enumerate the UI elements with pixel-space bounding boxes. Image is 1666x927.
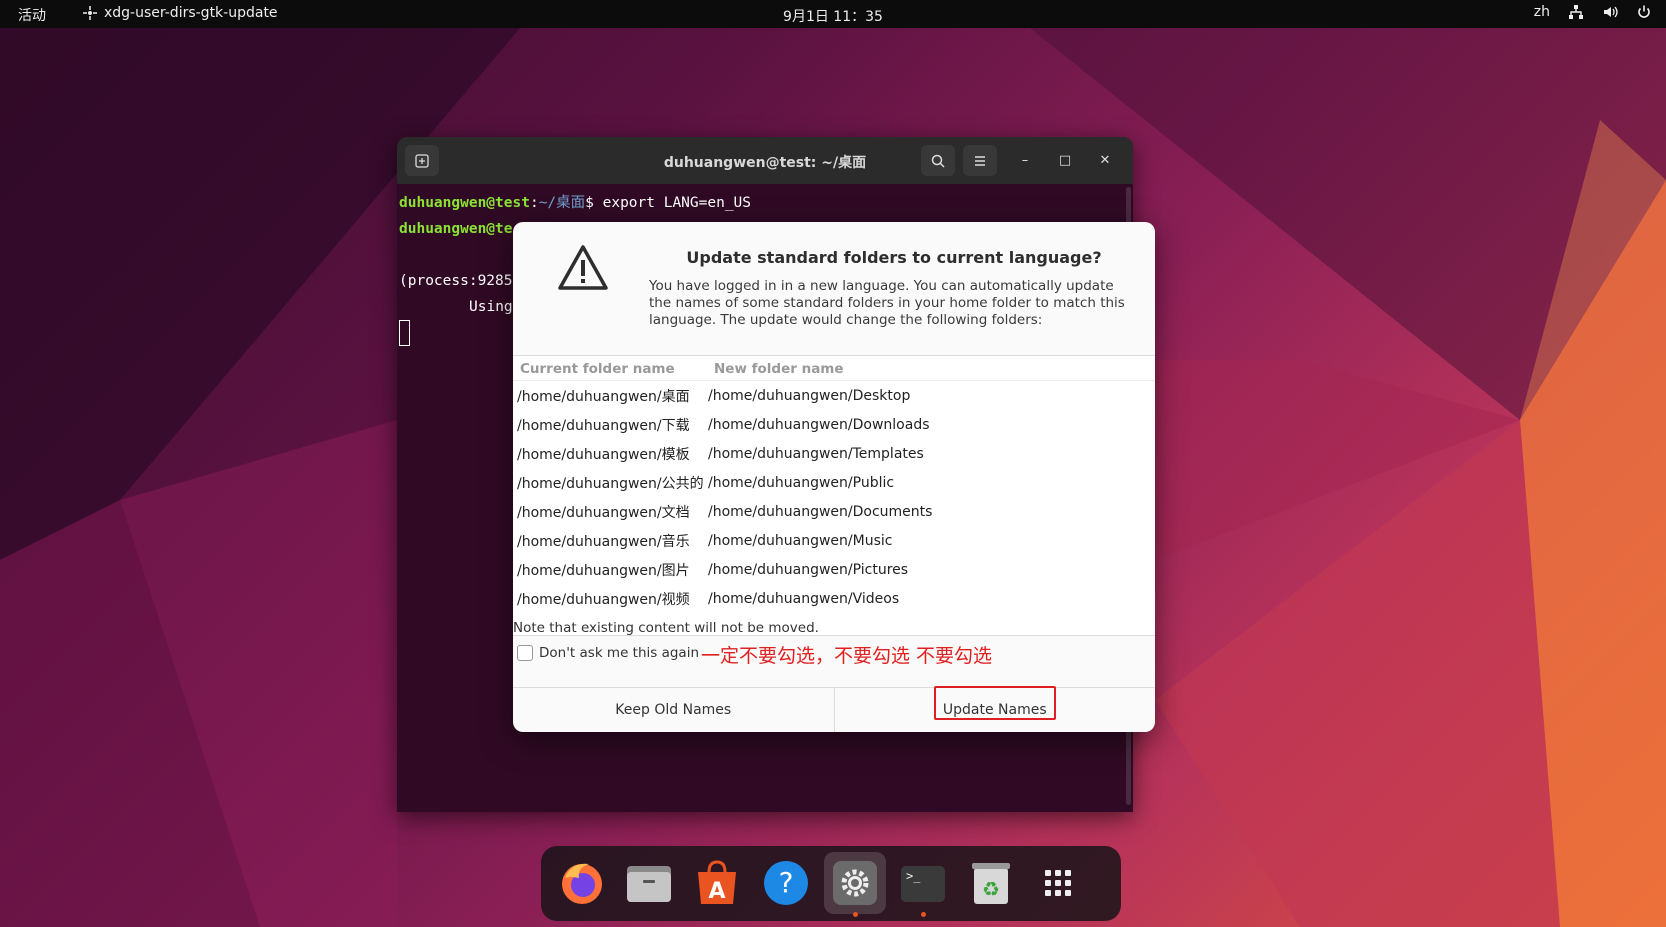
prompt-user: duhuangwen@test [399, 195, 530, 211]
dialog-description: You have logged in in a new language. Yo… [649, 278, 1125, 328]
table-row[interactable]: /home/duhuangwen/文档/home/duhuangwen/Docu… [513, 497, 1155, 526]
terminal-icon[interactable]: >_ [898, 858, 948, 908]
note-text: Note that existing content will not be m… [513, 620, 819, 636]
current-name: /home/duhuangwen/桌面 [517, 388, 690, 405]
prompt-path: ~/桌面 [538, 195, 586, 211]
current-name: /home/duhuangwen/文档 [517, 504, 690, 521]
table-row[interactable]: /home/duhuangwen/公共的/home/duhuangwen/Pub… [513, 468, 1155, 497]
annotation-highlight-box [934, 686, 1056, 720]
dont-ask-checkbox[interactable] [517, 645, 533, 661]
table-header: Current folder name New folder name [513, 356, 1155, 381]
volume-icon[interactable] [1602, 4, 1618, 20]
new-name: /home/duhuangwen/Public [708, 474, 895, 491]
table-row[interactable]: /home/duhuangwen/模板/home/duhuangwen/Temp… [513, 439, 1155, 468]
system-tray[interactable]: zh [1534, 4, 1652, 20]
prompt-user: duhuangwen@te [399, 221, 513, 237]
new-name: /home/duhuangwen/Templates [708, 445, 924, 462]
search-icon [931, 154, 945, 168]
dont-ask-label[interactable]: Don't ask me this again [539, 645, 699, 661]
current-name: /home/duhuangwen/图片 [517, 562, 690, 579]
table-row[interactable]: /home/duhuangwen/视频/home/duhuangwen/Vide… [513, 584, 1155, 613]
table-row[interactable]: /home/duhuangwen/桌面/home/duhuangwen/Desk… [513, 381, 1155, 410]
terminal-line: duhuangwen@test:~/桌面$ export LANG=en_US [399, 195, 752, 211]
close-icon: ✕ [1099, 153, 1111, 168]
settings-icon[interactable] [830, 858, 880, 908]
menu-button[interactable] [963, 145, 997, 176]
svg-text:?: ? [779, 866, 794, 899]
svg-text:♻: ♻ [982, 877, 1000, 901]
clock[interactable]: 9月1日 11：35 [0, 6, 1666, 26]
top-bar: 活动 xdg-user-dirs-gtk-update 9月1日 11：35 z… [0, 0, 1666, 28]
table-row[interactable]: /home/duhuangwen/下载/home/duhuangwen/Down… [513, 410, 1155, 439]
keep-old-names-button[interactable]: Keep Old Names [513, 688, 834, 732]
input-language-indicator[interactable]: zh [1534, 4, 1550, 20]
table-row[interactable]: /home/duhuangwen/音乐/home/duhuangwen/Musi… [513, 526, 1155, 555]
trash-icon[interactable]: ♻ [966, 858, 1016, 908]
svg-text:>_: >_ [906, 869, 921, 883]
update-folders-dialog: Update standard folders to current langu… [513, 222, 1155, 732]
new-name: /home/duhuangwen/Pictures [708, 561, 909, 578]
new-name: /home/duhuangwen/Videos [708, 590, 900, 607]
minimize-button[interactable]: – [1013, 149, 1037, 173]
help-icon[interactable]: ? [761, 858, 811, 908]
current-name: /home/duhuangwen/公共的 [517, 475, 704, 492]
dock: A ? >_ ♻ [541, 846, 1121, 921]
maximize-icon: □ [1058, 153, 1072, 168]
current-name: /home/duhuangwen/音乐 [517, 533, 690, 550]
column-new[interactable]: New folder name [706, 356, 844, 380]
running-indicator [853, 912, 858, 917]
hamburger-icon [975, 155, 985, 166]
power-icon[interactable] [1636, 4, 1652, 20]
dont-ask-checkbox-row[interactable]: Don't ask me this again [517, 645, 699, 661]
new-name: /home/duhuangwen/Music [708, 532, 893, 549]
dialog-buttons: Keep Old Names Update Names [513, 687, 1155, 732]
app-center-icon[interactable]: A [692, 858, 742, 908]
annotation-text: 一定不要勾选，不要勾选 不要勾选 [701, 645, 993, 667]
new-name: /home/duhuangwen/Downloads [708, 416, 930, 433]
firefox-icon[interactable] [557, 858, 607, 908]
app-grid-icon[interactable] [1033, 858, 1083, 908]
maximize-button[interactable]: □ [1053, 149, 1077, 173]
command-text: $ export LANG=en_US [585, 195, 752, 211]
current-name: /home/duhuangwen/视频 [517, 591, 690, 608]
close-button[interactable]: ✕ [1093, 149, 1117, 173]
new-name: /home/duhuangwen/Documents [708, 503, 933, 520]
terminal-header: duhuangwen@test: ~/桌面 – □ ✕ [397, 137, 1133, 184]
new-name: /home/duhuangwen/Desktop [708, 387, 911, 404]
current-name: /home/duhuangwen/模板 [517, 446, 690, 463]
dialog-title: Update standard folders to current langu… [686, 248, 1102, 267]
network-icon[interactable] [1568, 4, 1584, 20]
minimize-icon: – [1021, 153, 1029, 168]
svg-text:A: A [708, 879, 725, 904]
running-indicator [921, 912, 926, 917]
files-icon[interactable] [624, 858, 674, 908]
folder-table[interactable]: Current folder name New folder name /hom… [513, 355, 1155, 636]
column-current[interactable]: Current folder name [513, 356, 706, 380]
table-row[interactable]: /home/duhuangwen/图片/home/duhuangwen/Pict… [513, 555, 1155, 584]
current-name: /home/duhuangwen/下载 [517, 417, 690, 434]
search-button[interactable] [921, 145, 955, 176]
